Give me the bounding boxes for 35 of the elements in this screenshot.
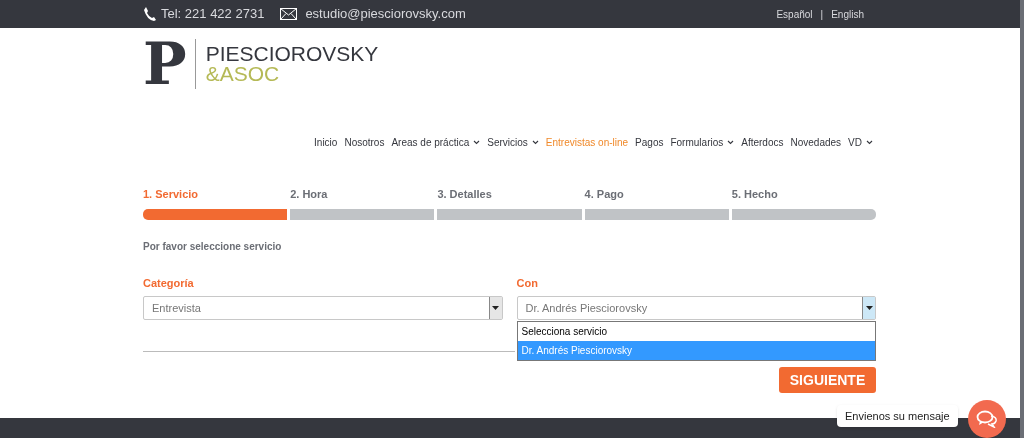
phone-icon — [143, 6, 157, 22]
step-label: 2. Hora — [290, 187, 329, 202]
chat-button[interactable] — [968, 400, 1006, 438]
envelope-icon — [280, 8, 298, 20]
nav-link[interactable]: Inicio — [314, 134, 338, 150]
language-link[interactable]: English — [831, 6, 864, 22]
email-link[interactable]: estudio@piesciorovsky.com — [305, 4, 466, 24]
logo-suffix: &ASOC — [205, 64, 281, 84]
logo-mark: P — [143, 39, 187, 89]
instruction-text: Por favor seleccione servicio — [143, 239, 283, 254]
select-field[interactable]: Dr. Andrés Piesciorovsky — [516, 296, 876, 320]
field-label: Con — [516, 275, 539, 291]
nav-link[interactable]: VD — [848, 134, 873, 150]
nav-link[interactable]: Pagos — [635, 134, 664, 150]
step-label: 3. Detalles — [437, 187, 493, 202]
chat-tooltip[interactable]: Envienos su mensaje — [837, 405, 958, 427]
field-label: Categoría — [143, 275, 195, 291]
chat-bubbles-icon — [976, 410, 998, 428]
nav-link[interactable]: Areas de práctica — [391, 134, 481, 150]
language-separator: | — [820, 7, 824, 22]
nav-link[interactable]: Nosotros — [344, 134, 385, 150]
logo-name: PIESCIOROVSKY — [205, 44, 379, 64]
select-field[interactable]: Entrevista — [143, 296, 503, 320]
phone-number: Tel: 221 422 2731 — [161, 5, 265, 24]
step-label: 5. Hecho — [731, 187, 779, 202]
caret-icon — [492, 306, 499, 310]
step-label: 1. Servicio — [143, 187, 200, 202]
nav-link[interactable]: Novedades — [790, 134, 842, 150]
caret-icon — [865, 306, 873, 310]
nav-link[interactable]: Formularios — [670, 134, 735, 150]
nav-link[interactable]: Servicios — [487, 134, 539, 150]
language-link[interactable]: Español — [776, 6, 813, 22]
nav-link[interactable]: Afterdocs — [741, 134, 784, 150]
dropdown-option[interactable]: Selecciona servicio — [517, 321, 875, 341]
step-label: 4. Pago — [584, 187, 625, 202]
